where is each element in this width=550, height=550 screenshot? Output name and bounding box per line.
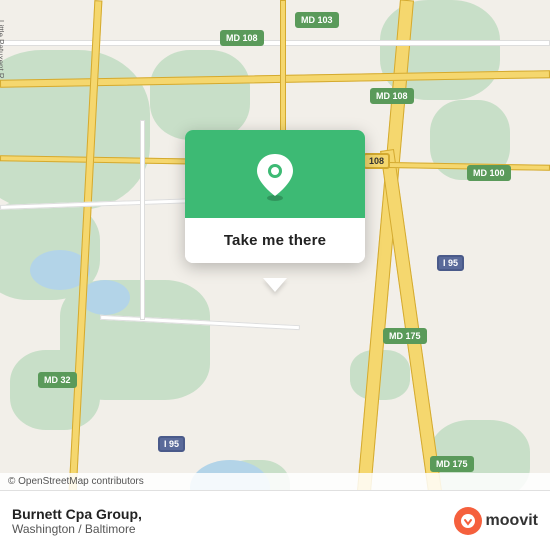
map-background: MD 103 MD 108 MD 108 108 MD 100 I 95 MD … xyxy=(0,0,550,550)
moovit-logo: moovit xyxy=(454,507,538,535)
road-badge-md175a: MD 175 xyxy=(383,328,427,344)
road-badge-108: 108 xyxy=(363,153,390,169)
road-badge-i95b: I 95 xyxy=(158,436,185,452)
location-pin-icon xyxy=(253,150,297,202)
attribution-text: © OpenStreetMap contributors xyxy=(8,476,144,487)
take-me-there-button[interactable]: Take me there xyxy=(185,218,365,263)
road-badge-md100: MD 100 xyxy=(467,165,511,181)
road-badge-md32: MD 32 xyxy=(38,372,77,388)
attribution-bar: © OpenStreetMap contributors xyxy=(0,473,550,490)
road-badge-i95a: I 95 xyxy=(437,255,464,271)
map-container: MD 103 MD 108 MD 108 108 MD 100 I 95 MD … xyxy=(0,0,550,550)
city-name: Washington / Baltimore xyxy=(12,522,454,536)
popup-tail xyxy=(263,278,287,292)
moovit-text: moovit xyxy=(486,512,538,530)
popup-header xyxy=(185,130,365,218)
info-bar: Burnett Cpa Group, Washington / Baltimor… xyxy=(0,490,550,550)
road-badge-md108a: MD 108 xyxy=(220,30,264,46)
moovit-icon xyxy=(454,507,482,535)
road-badge-md103: MD 103 xyxy=(295,12,339,28)
popup-card: Take me there xyxy=(185,130,365,263)
road-label-little-patuxent: Little Patuxent R... xyxy=(0,20,5,85)
place-name: Burnett Cpa Group, xyxy=(12,506,454,522)
place-info: Burnett Cpa Group, Washington / Baltimor… xyxy=(12,506,454,536)
road-badge-md108b: MD 108 xyxy=(370,88,414,104)
road-badge-md175b: MD 175 xyxy=(430,456,474,472)
